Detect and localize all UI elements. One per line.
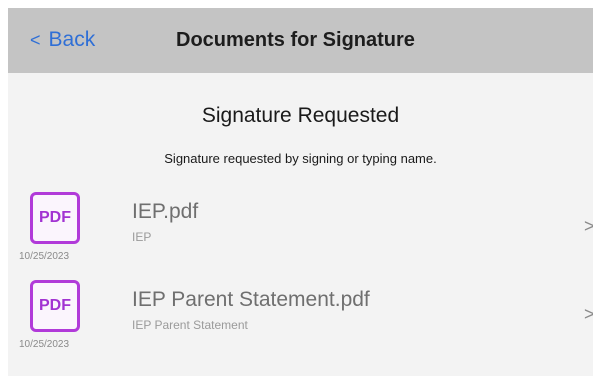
pdf-icon-label: PDF bbox=[39, 209, 71, 226]
chevron-right-icon: > bbox=[584, 304, 593, 324]
nav-header: < Back Documents for Signature bbox=[8, 8, 593, 73]
document-row-iep[interactable]: PDF 10/25/2023 IEP.pdf IEP > bbox=[8, 192, 593, 270]
document-row-iep-parent-statement[interactable]: PDF 10/25/2023 IEP Parent Statement.pdf … bbox=[8, 280, 593, 358]
back-button[interactable]: < Back bbox=[30, 28, 95, 52]
document-date: 10/25/2023 bbox=[19, 339, 70, 350]
pdf-icon-label: PDF bbox=[39, 297, 71, 314]
document-date: 10/25/2023 bbox=[19, 251, 70, 262]
pdf-file-icon: PDF bbox=[30, 192, 80, 244]
page-title: Documents for Signature bbox=[176, 29, 415, 51]
document-description: IEP Parent Statement bbox=[132, 318, 248, 332]
document-name: IEP.pdf bbox=[132, 200, 199, 223]
chevron-right-icon: > bbox=[584, 216, 593, 236]
app-screen: < Back Documents for Signature Signature… bbox=[8, 8, 593, 376]
section-subtitle: Signature requested by signing or typing… bbox=[164, 151, 437, 166]
pdf-file-icon: PDF bbox=[30, 280, 80, 332]
section-title: Signature Requested bbox=[201, 104, 400, 127]
document-name: IEP Parent Statement.pdf bbox=[132, 288, 370, 311]
chevron-left-icon: < bbox=[30, 29, 41, 50]
document-description: IEP bbox=[132, 230, 152, 244]
back-label: Back bbox=[48, 28, 96, 51]
